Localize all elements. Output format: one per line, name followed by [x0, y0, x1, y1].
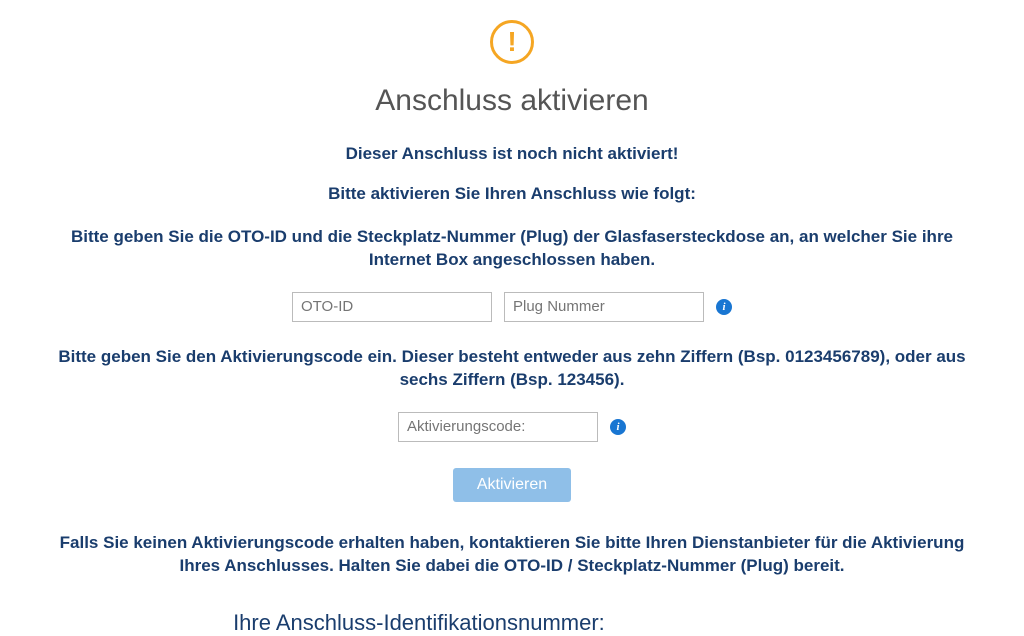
connection-id-line: Ihre Anschluss-Identifikationsnummer: — [233, 610, 791, 636]
no-code-paragraph: Falls Sie keinen Aktivierungscode erhalt… — [42, 532, 982, 578]
plug-number-input[interactable] — [504, 292, 704, 322]
instruction-line: Bitte aktivieren Sie Ihren Anschluss wie… — [328, 184, 696, 204]
oto-id-input[interactable] — [292, 292, 492, 322]
activation-code-paragraph: Bitte geben Sie den Aktivierungscode ein… — [42, 346, 982, 392]
connection-id-label: Ihre Anschluss-Identifikationsnummer: — [233, 610, 605, 635]
oto-row: i — [292, 292, 732, 322]
connection-id-value — [611, 613, 791, 635]
not-activated-notice: Dieser Anschluss ist noch nicht aktivier… — [346, 144, 679, 164]
info-icon[interactable]: i — [716, 299, 732, 315]
activation-code-input[interactable] — [398, 412, 598, 442]
warning-icon: ! — [490, 20, 534, 64]
page-title: Anschluss aktivieren — [375, 84, 648, 118]
activation-panel: ! Anschluss aktivieren Dieser Anschluss … — [40, 20, 984, 636]
oto-instruction-paragraph: Bitte geben Sie die OTO-ID und die Steck… — [42, 226, 982, 272]
activation-row: i — [398, 412, 626, 442]
activate-button[interactable]: Aktivieren — [453, 468, 571, 502]
info-icon[interactable]: i — [610, 419, 626, 435]
